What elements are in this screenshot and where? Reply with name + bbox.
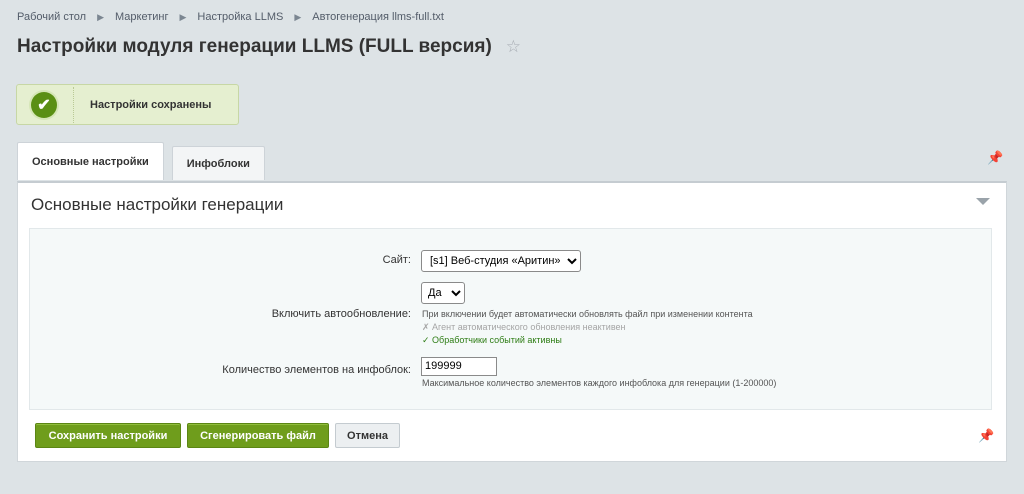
- agent-inactive-status: ✗ Агент автоматического обновления неакт…: [422, 322, 626, 332]
- chevron-right-icon: ▶: [179, 11, 187, 22]
- save-settings-button[interactable]: Сохранить настройки: [35, 423, 181, 448]
- page-title-row: Настройки модуля генерации LLMS (FULL ве…: [17, 36, 521, 58]
- count-input[interactable]: [421, 356, 497, 376]
- notice-divider: [73, 86, 74, 123]
- breadcrumb-item-marketing[interactable]: Маркетинг: [115, 11, 168, 23]
- section-title: Основные настройки генерации: [31, 195, 284, 214]
- autoupdate-hint: При включении будет автоматически обновл…: [422, 309, 753, 319]
- tab-bar: Основные настройки Инфоблоки: [17, 142, 265, 180]
- settings-panel: Основные настройки генерации Сайт: [s1] …: [17, 181, 1007, 462]
- count-hint: Максимальное количество элементов каждог…: [422, 378, 777, 388]
- collapse-arrow-icon[interactable]: [976, 198, 990, 205]
- chevron-right-icon: ▶: [294, 11, 302, 22]
- site-select[interactable]: [s1] Веб-студия «Аритин»: [421, 250, 581, 272]
- site-label: Сайт:: [382, 254, 411, 266]
- breadcrumb-item-llms-settings[interactable]: Настройка LLMS: [197, 11, 283, 23]
- autoupdate-select[interactable]: Да: [421, 282, 465, 304]
- pin-icon[interactable]: 📌: [987, 150, 1003, 166]
- generate-file-button[interactable]: Сгенерировать файл: [187, 423, 329, 448]
- handlers-active-status: ✓ Обработчики событий активны: [422, 335, 562, 345]
- breadcrumb-item-autogeneration[interactable]: Автогенерация llms-full.txt: [312, 11, 444, 23]
- breadcrumb-item-desktop[interactable]: Рабочий стол: [17, 11, 86, 23]
- star-icon[interactable]: ☆: [506, 37, 521, 57]
- form-area: Сайт: [s1] Веб-студия «Аритин» Да Включи…: [29, 228, 992, 410]
- saved-notice: ✔ Настройки сохранены: [16, 84, 239, 125]
- tab-main-settings[interactable]: Основные настройки: [17, 142, 164, 180]
- notice-text: Настройки сохранены: [90, 98, 212, 111]
- tab-infoblocks[interactable]: Инфоблоки: [171, 146, 265, 180]
- autoupdate-label: Включить автообновление:: [271, 308, 411, 320]
- count-label: Количество элементов на инфоблок:: [222, 364, 411, 376]
- breadcrumb: Рабочий стол ▶ Маркетинг ▶ Настройка LLM…: [17, 11, 444, 23]
- page-title: Настройки модуля генерации LLMS (FULL ве…: [17, 36, 492, 57]
- cancel-button[interactable]: Отмена: [335, 423, 400, 448]
- chevron-right-icon: ▶: [97, 11, 104, 22]
- pin-icon[interactable]: 📌: [978, 428, 994, 444]
- checkmark-icon: ✔: [31, 91, 57, 118]
